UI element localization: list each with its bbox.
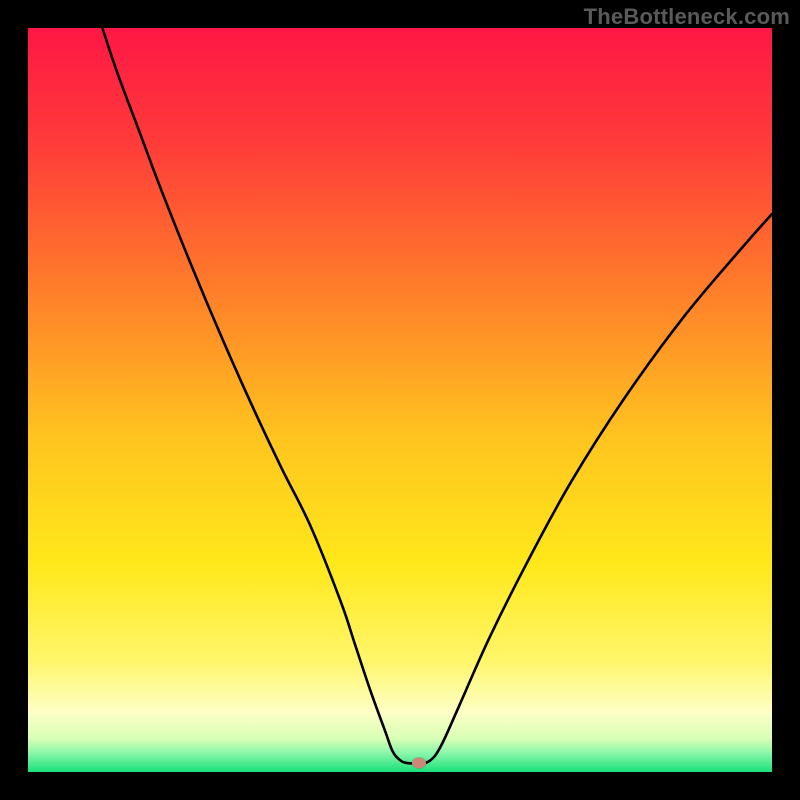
watermark-text: TheBottleneck.com	[584, 4, 790, 30]
optimal-marker-icon	[412, 758, 426, 769]
curve-layer	[28, 28, 772, 772]
bottleneck-curve-path	[102, 28, 772, 763]
plot-area	[28, 28, 772, 772]
chart-container: TheBottleneck.com	[0, 0, 800, 800]
